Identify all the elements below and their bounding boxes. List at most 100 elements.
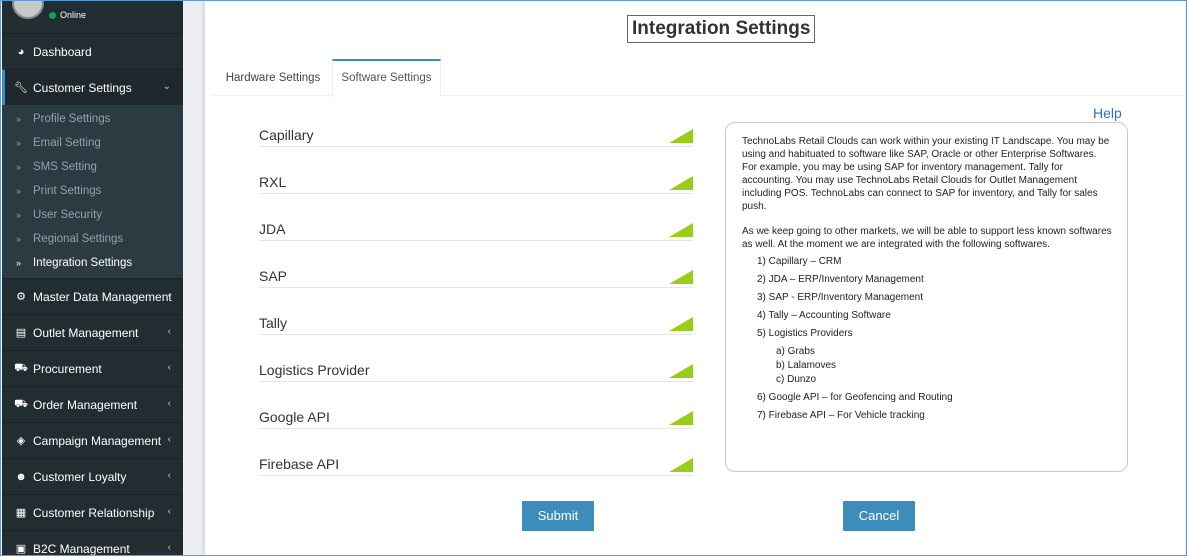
sidebar-item-customer-relationship[interactable]: ▦ Customer Relationship ‹ (2, 494, 183, 530)
integration-settings-panel: Integration Settings Hardware Settings S… (205, 1, 1185, 555)
software-item-label: Firebase API (259, 456, 340, 472)
software-item-logistics-provider[interactable]: Logistics Provider (259, 354, 693, 382)
sidebar-item-label: Procurement (33, 361, 102, 376)
double-chevron-right-icon: » (16, 258, 22, 268)
image-icon: ▣ (15, 543, 27, 555)
dashboard-icon: ◕ (17, 45, 25, 58)
sidebar-subitem-label: User Security (33, 209, 103, 221)
expand-flag-icon[interactable] (669, 364, 693, 378)
chevron-left-icon: ‹ (167, 506, 171, 517)
user-panel: Online (2, 1, 183, 33)
sidebar: Online ◕ Dashboard 🔧︎ Customer Settings … (2, 1, 183, 555)
expand-flag-icon[interactable] (669, 129, 693, 143)
double-chevron-right-icon: » (16, 114, 22, 124)
software-item-rxl[interactable]: RXL (259, 166, 693, 194)
server-icon: ▦ (15, 507, 27, 519)
avatar[interactable] (12, 1, 44, 19)
sidebar-item-master-data-management[interactable]: ⚙ Master Data Management ‹ (2, 278, 183, 314)
software-item-label: Google API (259, 409, 330, 425)
cart-icon: ⛟ (14, 397, 28, 410)
divider (259, 428, 693, 429)
help-sub-list-item: c) Dunzo (776, 374, 817, 385)
help-paragraph: As we keep going to other markets, we wi… (742, 226, 1112, 250)
software-item-tally[interactable]: Tally (259, 307, 693, 335)
expand-flag-icon[interactable] (669, 176, 693, 190)
tab-software-settings[interactable]: Software Settings (332, 59, 441, 97)
software-item-label: Capillary (259, 127, 314, 143)
software-item-label: Logistics Provider (259, 362, 370, 378)
tab-hardware-settings[interactable]: Hardware Settings (223, 59, 323, 95)
customer-settings-submenu: » Profile Settings » Email Setting » SMS… (2, 105, 183, 278)
sidebar-item-label: Customer Relationship (33, 505, 155, 520)
divider (259, 146, 693, 147)
sidebar-subitem-label: Profile Settings (33, 113, 111, 125)
help-list-item: 6) Google API – for Geofencing and Routi… (757, 392, 953, 403)
sidebar-subitem-email-setting[interactable]: » Email Setting (2, 131, 183, 155)
software-item-capillary[interactable]: Capillary (259, 119, 693, 147)
sidebar-subitem-regional-settings[interactable]: » Regional Settings (2, 227, 183, 251)
sidebar-subitem-label: Email Setting (33, 137, 101, 149)
sidebar-item-label: Outlet Management (33, 325, 139, 340)
chevron-left-icon: ‹ (167, 434, 171, 445)
sidebar-item-label: Campaign Management (33, 433, 162, 448)
chevron-left-icon: ‹ (167, 542, 171, 553)
chevron-left-icon: ‹ (167, 290, 171, 301)
chevron-left-icon: ‹ (167, 398, 171, 409)
cancel-button[interactable]: Cancel (843, 501, 915, 531)
sidebar-item-customer-settings[interactable]: 🔧︎ Customer Settings ⌄ (2, 69, 183, 105)
sidebar-item-campaign-management[interactable]: ◈ Campaign Management ‹ (2, 422, 183, 458)
sidebar-item-order-management[interactable]: ⛟ Order Management ‹ (2, 386, 183, 422)
sidebar-item-dashboard[interactable]: ◕ Dashboard (2, 33, 183, 69)
sidebar-item-label: Customer Settings (33, 80, 132, 95)
divider (259, 334, 693, 335)
software-item-jda[interactable]: JDA (259, 213, 693, 241)
page-title: Integration Settings (627, 15, 816, 43)
software-item-label: JDA (259, 221, 286, 237)
software-item-google-api[interactable]: Google API (259, 401, 693, 429)
software-item-firebase-api[interactable]: Firebase API (259, 448, 693, 476)
software-item-label: Tally (259, 315, 288, 331)
divider (259, 475, 693, 476)
help-sub-list-item: a) Grabs (776, 346, 815, 357)
sidebar-item-customer-loyalty[interactable]: ☻ Customer Loyalty ‹ (2, 458, 183, 494)
chevron-left-icon: ‹ (167, 362, 171, 373)
online-status-icon (49, 12, 56, 19)
help-text-box: TechnoLabs Retail Clouds can work within… (725, 122, 1128, 472)
expand-flag-icon[interactable] (669, 317, 693, 331)
submit-button[interactable]: Submit (522, 501, 594, 531)
sidebar-subitem-integration-settings[interactable]: » Integration Settings (2, 251, 183, 275)
expand-flag-icon[interactable] (669, 223, 693, 237)
double-chevron-right-icon: » (16, 186, 22, 196)
sidebar-subitem-label: Regional Settings (33, 233, 124, 245)
expand-flag-icon[interactable] (669, 458, 693, 472)
sidebar-item-outlet-management[interactable]: ▤ Outlet Management ‹ (2, 314, 183, 350)
sidebar-subitem-label: SMS Setting (33, 161, 97, 173)
expand-flag-icon[interactable] (669, 270, 693, 284)
gear-icon: ⚙ (16, 291, 26, 303)
sidebar-item-label: B2C Management (33, 541, 130, 556)
double-chevron-right-icon: » (16, 234, 22, 244)
help-sub-list-item: b) Lalamoves (776, 360, 837, 371)
help-list-item: 3) SAP - ERP/Inventory Management (757, 292, 924, 303)
sidebar-item-label: Master Data Management (33, 289, 172, 304)
expand-flag-icon[interactable] (669, 411, 693, 425)
divider (259, 240, 693, 241)
app-window: Online ◕ Dashboard 🔧︎ Customer Settings … (0, 0, 1187, 556)
help-link[interactable]: Help (1093, 105, 1122, 121)
divider (259, 381, 693, 382)
software-item-label: SAP (259, 268, 288, 284)
sidebar-item-b2c-management[interactable]: ▣ B2C Management ‹ (2, 530, 183, 556)
sidebar-subitem-sms-setting[interactable]: » SMS Setting (2, 155, 183, 179)
sidebar-item-label: Order Management (33, 397, 138, 412)
store-icon: ▤ (15, 327, 27, 339)
sidebar-subitem-profile-settings[interactable]: » Profile Settings (2, 107, 183, 131)
sidebar-subitem-user-security[interactable]: » User Security (2, 203, 183, 227)
sidebar-item-procurement[interactable]: ⛟ Procurement ‹ (2, 350, 183, 386)
divider (259, 287, 693, 288)
sidebar-item-label: Customer Loyalty (33, 469, 127, 484)
tags-icon: ◈ (16, 435, 26, 447)
software-item-sap[interactable]: SAP (259, 260, 693, 288)
online-status-text: Online (60, 10, 87, 20)
sidebar-subitem-label: Print Settings (33, 185, 102, 197)
sidebar-subitem-print-settings[interactable]: » Print Settings (2, 179, 183, 203)
